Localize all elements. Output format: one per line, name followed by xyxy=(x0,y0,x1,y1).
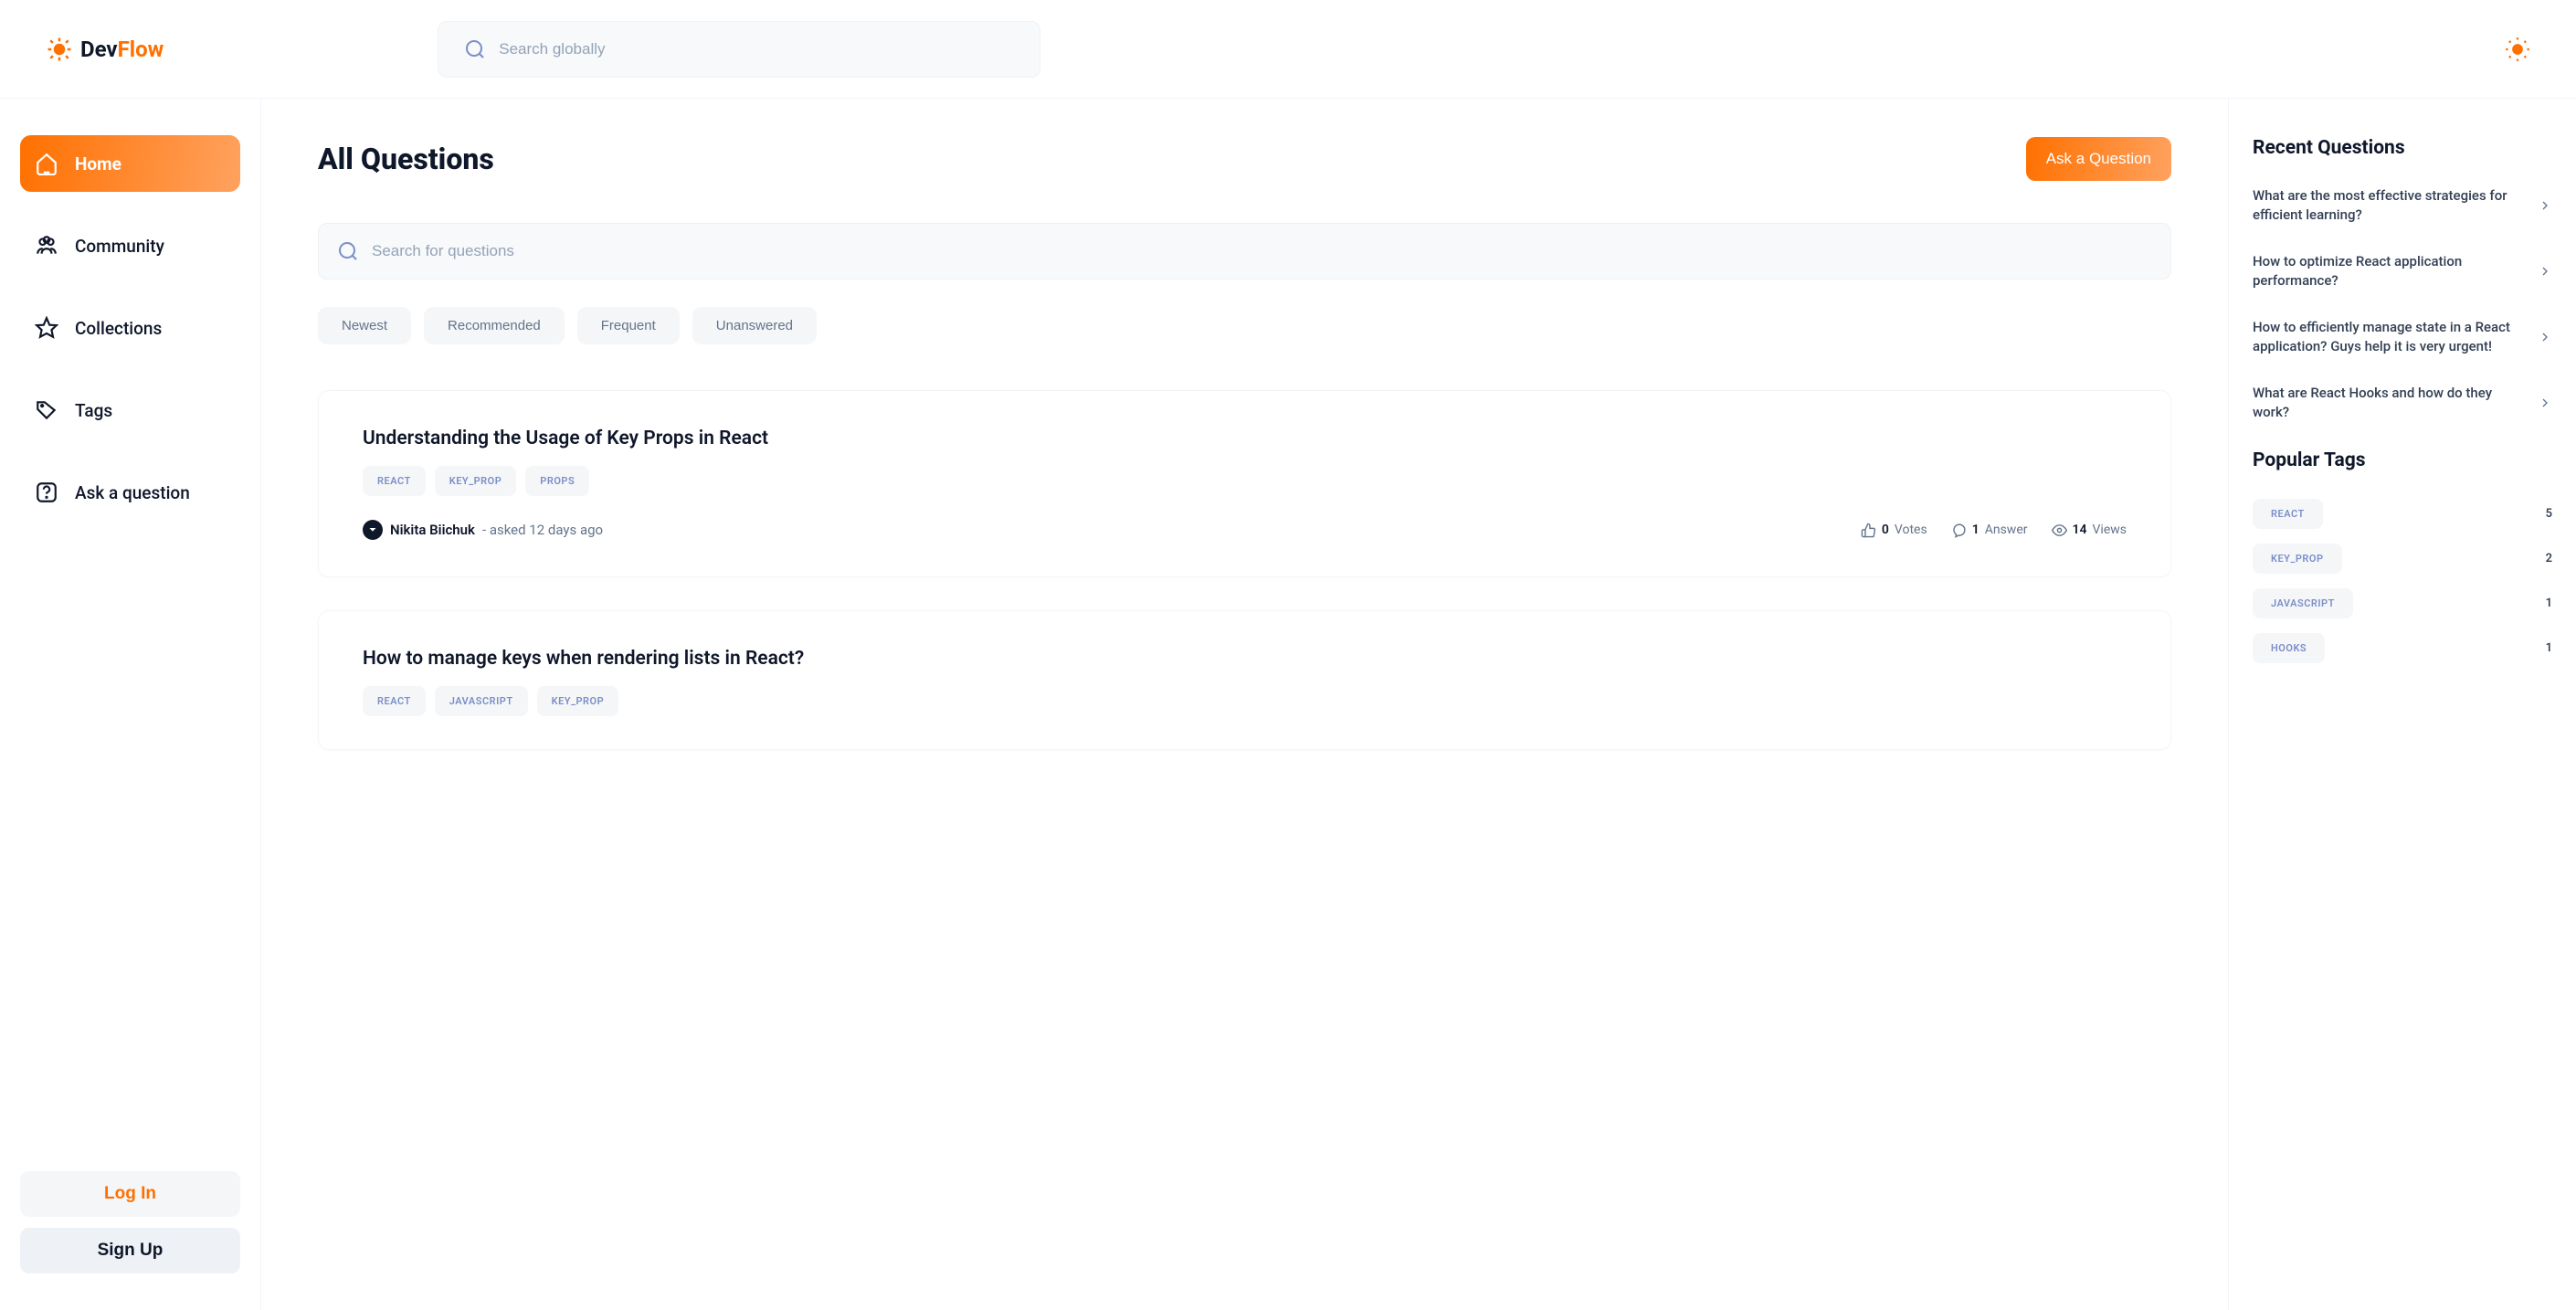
tag: HOOKS xyxy=(2253,633,2325,663)
logo-icon xyxy=(46,36,73,63)
main-content: All Questions Ask a Question Newest Reco… xyxy=(261,99,2229,1310)
sidebar-item-community[interactable]: Community xyxy=(20,217,240,274)
popular-tag-item[interactable]: KEY_PROP 2 xyxy=(2253,544,2552,574)
signup-button[interactable]: Sign Up xyxy=(20,1228,240,1273)
recent-question-item[interactable]: What are React Hooks and how do they wor… xyxy=(2253,384,2552,422)
sidebar-item-label: Ask a question xyxy=(75,482,190,503)
question-search-input[interactable] xyxy=(372,242,2152,260)
avatar: ⏷ xyxy=(363,520,383,540)
tag[interactable]: REACT xyxy=(363,686,426,716)
app-header: DevFlow xyxy=(0,0,2576,99)
sidebar: Home Community Collections Tags Ask a qu… xyxy=(0,99,261,1310)
question-tags: REACT KEY_PROP PROPS xyxy=(363,466,2127,496)
tag[interactable]: PROPS xyxy=(525,466,589,496)
filter-unanswered[interactable]: Unanswered xyxy=(692,307,817,344)
question-card[interactable]: How to manage keys when rendering lists … xyxy=(318,610,2171,750)
tag[interactable]: KEY_PROP xyxy=(537,686,619,716)
login-button[interactable]: Log In xyxy=(20,1171,240,1217)
logo-text: DevFlow xyxy=(80,37,164,62)
question-search[interactable] xyxy=(318,223,2171,280)
question-card[interactable]: Understanding the Usage of Key Props in … xyxy=(318,390,2171,577)
star-icon xyxy=(35,316,58,340)
question-tags: REACT JAVASCRIPT KEY_PROP xyxy=(363,686,2127,716)
recent-questions-title: Recent Questions xyxy=(2253,137,2552,159)
tag-count: 1 xyxy=(2546,641,2552,655)
tag: JAVASCRIPT xyxy=(2253,588,2353,618)
chevron-right-icon xyxy=(2538,396,2552,410)
author-name: Nikita Biichuk xyxy=(390,522,475,538)
home-icon xyxy=(35,152,58,175)
popular-tags-title: Popular Tags xyxy=(2253,449,2552,471)
sidebar-item-tags[interactable]: Tags xyxy=(20,382,240,438)
page-title: All Questions xyxy=(318,142,494,176)
tag: REACT xyxy=(2253,499,2323,529)
tag-count: 1 xyxy=(2546,597,2552,610)
popular-tag-item[interactable]: HOOKS 1 xyxy=(2253,633,2552,663)
tag-icon xyxy=(35,398,58,422)
tag: KEY_PROP xyxy=(2253,544,2342,574)
theme-toggle-icon[interactable] xyxy=(2505,37,2530,62)
recent-question-item[interactable]: How to optimize React application perfor… xyxy=(2253,252,2552,291)
question-stats: 0 Votes 1 Answer 14 Views xyxy=(1861,523,2127,538)
popular-tag-item[interactable]: REACT 5 xyxy=(2253,499,2552,529)
filter-tabs: Newest Recommended Frequent Unanswered xyxy=(318,307,2171,344)
message-icon xyxy=(1951,523,1967,538)
stat-views: 14 Views xyxy=(2052,523,2127,538)
sidebar-item-ask[interactable]: Ask a question xyxy=(20,464,240,521)
thumbs-up-icon xyxy=(1861,523,1876,538)
sidebar-item-label: Community xyxy=(75,236,164,257)
question-title: How to manage keys when rendering lists … xyxy=(363,648,2127,670)
search-icon xyxy=(464,38,486,60)
tag-count: 5 xyxy=(2546,507,2552,521)
filter-frequent[interactable]: Frequent xyxy=(577,307,680,344)
tag[interactable]: JAVASCRIPT xyxy=(435,686,528,716)
sidebar-item-label: Home xyxy=(75,153,121,174)
stat-answers: 1 Answer xyxy=(1951,523,2028,538)
chevron-right-icon xyxy=(2538,264,2552,279)
filter-recommended[interactable]: Recommended xyxy=(424,307,565,344)
question-title: Understanding the Usage of Key Props in … xyxy=(363,428,2127,449)
stat-votes: 0 Votes xyxy=(1861,523,1927,538)
filter-newest[interactable]: Newest xyxy=(318,307,411,344)
tag[interactable]: REACT xyxy=(363,466,426,496)
author-meta: - asked 12 days ago xyxy=(482,522,603,538)
popular-tag-item[interactable]: JAVASCRIPT 1 xyxy=(2253,588,2552,618)
tag-count: 2 xyxy=(2546,552,2552,565)
sidebar-item-collections[interactable]: Collections xyxy=(20,300,240,356)
sidebar-item-label: Tags xyxy=(75,400,112,421)
right-sidebar: Recent Questions What are the most effec… xyxy=(2229,99,2576,1310)
ask-question-button[interactable]: Ask a Question xyxy=(2026,137,2171,181)
search-icon xyxy=(337,240,359,262)
chevron-right-icon xyxy=(2538,198,2552,213)
global-search[interactable] xyxy=(438,21,1040,78)
eye-icon xyxy=(2052,523,2067,538)
logo[interactable]: DevFlow xyxy=(46,36,164,63)
recent-question-item[interactable]: What are the most effective strategies f… xyxy=(2253,186,2552,225)
recent-question-item[interactable]: How to efficiently manage state in a Rea… xyxy=(2253,318,2552,356)
users-icon xyxy=(35,234,58,258)
sidebar-item-label: Collections xyxy=(75,318,162,339)
chevron-right-icon xyxy=(2538,330,2552,344)
sidebar-item-home[interactable]: Home xyxy=(20,135,240,192)
global-search-input[interactable] xyxy=(499,40,1014,58)
tag[interactable]: KEY_PROP xyxy=(435,466,517,496)
question-author[interactable]: ⏷ Nikita Biichuk - asked 12 days ago xyxy=(363,520,603,540)
question-icon xyxy=(35,481,58,504)
